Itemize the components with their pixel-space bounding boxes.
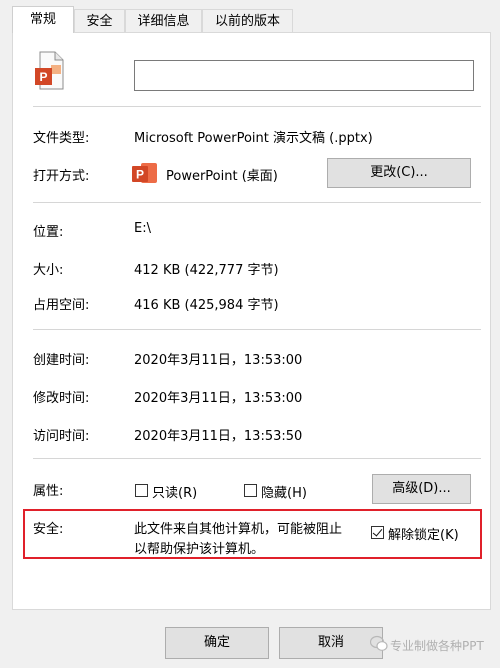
security-label: 安全: [33,522,64,537]
general-panel: P 文件类型: Microsoft PowerPoint 演示文稿 (.pptx… [12,32,491,610]
modified-value: 2020年3月11日，13:53:00 [134,391,303,406]
tab-strip: 常规 安全 详细信息 以前的版本 [12,6,492,33]
powerpoint-app-icon: P [132,160,158,186]
divider [33,202,481,203]
modified-label: 修改时间: [33,391,90,406]
divider [33,329,481,330]
tab-previous-versions[interactable]: 以前的版本 [202,9,293,32]
tab-general[interactable]: 常规 [12,6,74,33]
security-message-line2: 以帮助保护该计算机。 [134,542,265,557]
created-label: 创建时间: [33,353,90,368]
powerpoint-file-icon: P [35,51,65,91]
open-with-app: PowerPoint (桌面) [166,169,278,184]
location-label: 位置: [33,225,64,240]
tab-security[interactable]: 安全 [74,9,125,32]
divider [33,106,481,107]
file-type-label: 文件类型: [33,131,90,146]
accessed-value: 2020年3月11日，13:53:50 [134,429,303,444]
hidden-label: 隐藏(H) [261,486,307,501]
change-button[interactable]: 更改(C)... [327,158,471,188]
accessed-label: 访问时间: [33,429,90,444]
created-value: 2020年3月11日，13:53:00 [134,353,303,368]
size-value: 412 KB (422,777 字节) [134,263,279,278]
attributes-label: 属性: [33,484,64,499]
divider [33,458,481,459]
watermark-text: 专业制做各种PPT [390,639,484,653]
svg-text:P: P [39,70,47,84]
hidden-checkbox[interactable] [244,484,257,497]
cancel-button[interactable]: 取消 [279,627,383,659]
wechat-watermark-icon [369,635,388,653]
readonly-checkbox[interactable] [135,484,148,497]
disk-size-label: 占用空间: [33,298,90,313]
unblock-checkbox[interactable] [371,526,384,539]
disk-size-value: 416 KB (425,984 字节) [134,298,279,313]
unblock-label: 解除锁定(K) [388,528,459,543]
advanced-button[interactable]: 高级(D)... [372,474,471,504]
ok-button[interactable]: 确定 [165,627,269,659]
file-type-value: Microsoft PowerPoint 演示文稿 (.pptx) [134,131,373,146]
file-name-input[interactable] [134,60,474,91]
security-message-line1: 此文件来自其他计算机，可能被阻止 [134,522,343,537]
size-label: 大小: [33,263,64,278]
svg-text:P: P [136,168,144,182]
readonly-label: 只读(R) [152,486,198,501]
tab-details[interactable]: 详细信息 [125,9,202,32]
location-value: E:\ [134,221,151,236]
open-with-label: 打开方式: [33,169,90,184]
